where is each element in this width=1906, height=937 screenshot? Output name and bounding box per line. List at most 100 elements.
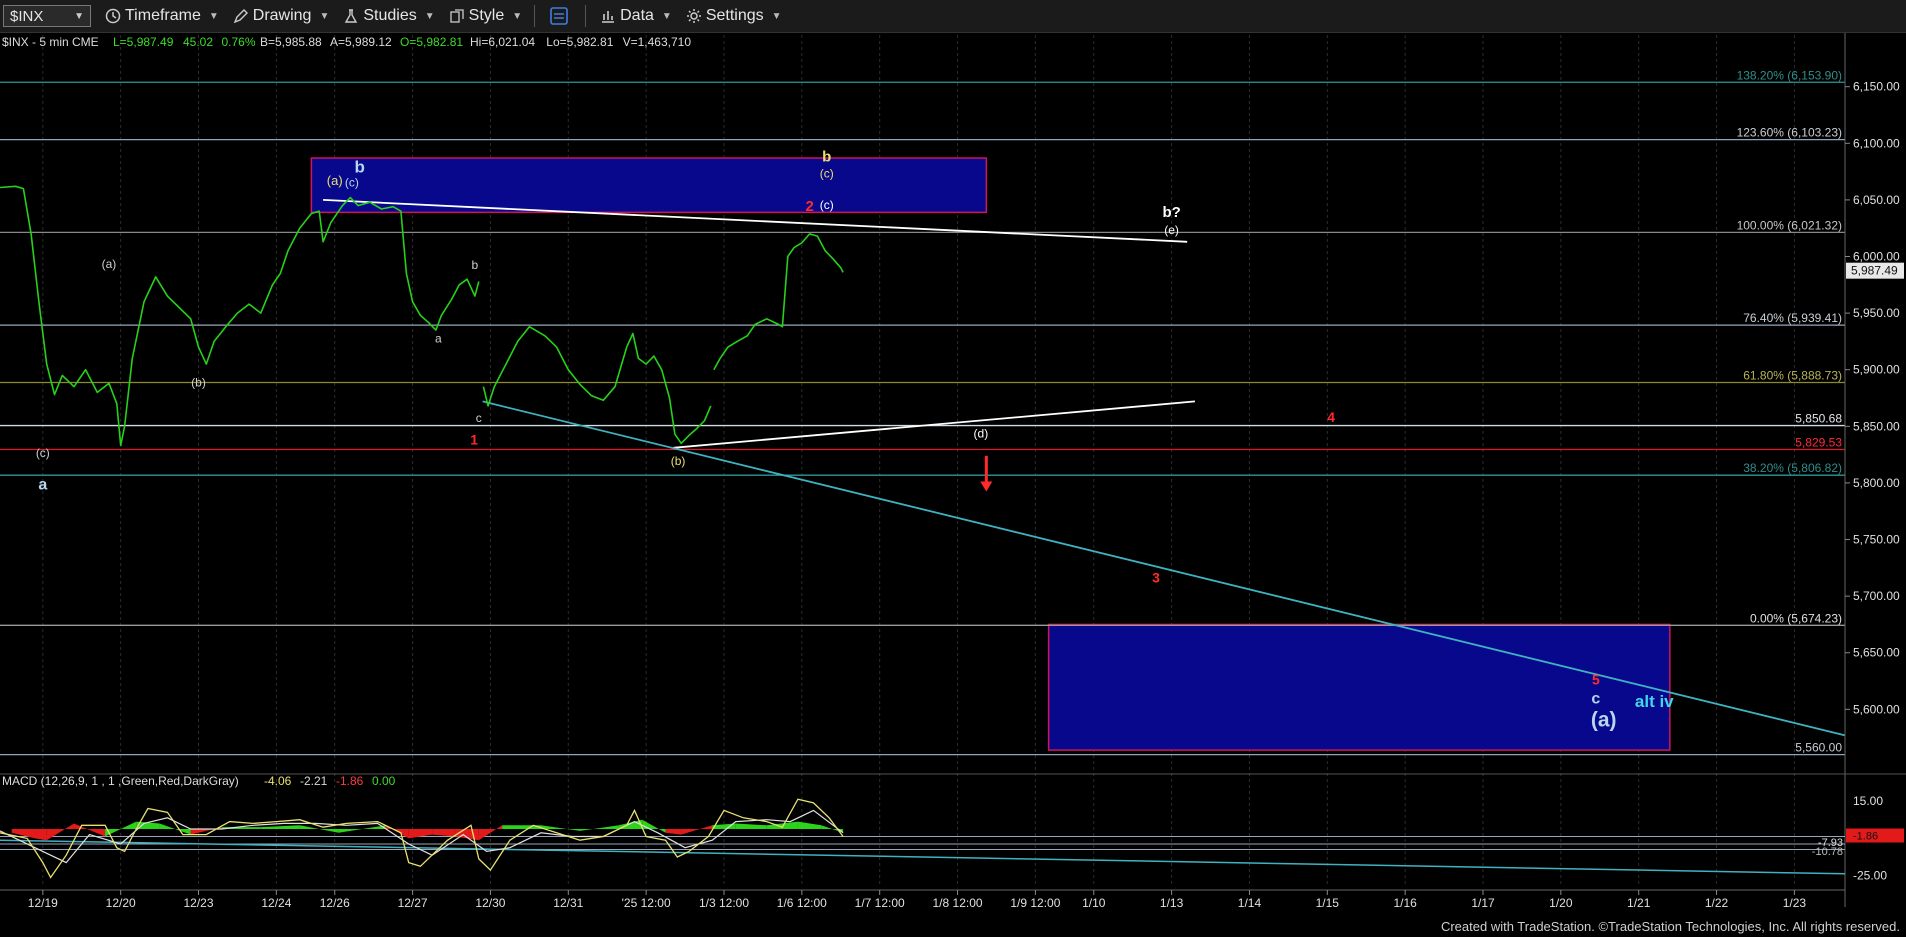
chevron-down-icon: ▼ <box>74 10 84 22</box>
chevron-down-icon: ▼ <box>319 10 330 22</box>
wave-label: (a) <box>1591 708 1617 731</box>
price-chart[interactable]: 138.20% (6,153.90) 123.60% (6,103.23) 100.… <box>0 33 1906 919</box>
x-tick-label: 1/22 <box>1705 896 1729 910</box>
style-label: Style <box>468 7 505 24</box>
y-tick-label: 5,950.00 <box>1853 306 1900 320</box>
wave-label: c <box>1591 691 1600 708</box>
settings-label: Settings <box>705 7 764 24</box>
macd-y-tick-label: 15.00 <box>1853 794 1883 808</box>
chevron-down-icon: ▼ <box>208 10 219 22</box>
macd-value: 0.00 <box>372 774 396 788</box>
timeframe-label: Timeframe <box>125 7 201 24</box>
chart-header: $INX - 5 min CME <box>2 35 99 49</box>
studies-menu[interactable]: Studies ▼ <box>343 7 435 25</box>
x-tick-label: 1/3 12:00 <box>699 896 749 910</box>
fib-level-label: 123.60% (6,103.23) <box>1737 126 1842 140</box>
macd-level-label: -10.78 <box>1812 846 1843 858</box>
x-tick-label: 1/8 12:00 <box>933 896 983 910</box>
fib-level-label: 61.80% (5,888.73) <box>1743 368 1842 382</box>
macd-title: MACD (12,26,9, 1 , 1 ,Green,Red,DarkGray… <box>2 774 239 788</box>
x-tick-label: 1/21 <box>1627 896 1651 910</box>
header-stat: 45.02 <box>183 35 213 49</box>
wave-label: (b) <box>191 376 206 390</box>
wave-label: (c) <box>820 166 834 180</box>
symbol-selector[interactable]: $INX ▼ <box>3 5 91 27</box>
macd-value: -4.06 <box>264 774 292 788</box>
y-tick-label: 5,900.00 <box>1853 363 1900 377</box>
x-tick-label: 12/27 <box>398 896 428 910</box>
timeframe-menu[interactable]: Timeframe ▼ <box>105 7 219 25</box>
style-icon <box>449 9 464 23</box>
y-tick-label: 5,850.00 <box>1853 419 1900 433</box>
x-tick-label: 12/31 <box>553 896 583 910</box>
x-tick-label: 12/30 <box>475 896 505 910</box>
wave-label: c <box>476 411 482 425</box>
wave-label: (c) <box>345 175 359 189</box>
x-tick-label: 12/23 <box>183 896 213 910</box>
x-tick-label: 12/20 <box>106 896 136 910</box>
x-tick-label: 1/9 12:00 <box>1010 896 1060 910</box>
fib-level-label: 38.20% (5,806.82) <box>1743 461 1842 475</box>
bar-chart-icon <box>602 11 615 23</box>
layout-button[interactable] <box>549 6 573 26</box>
wave-label: b <box>472 258 479 272</box>
wave-label: 2 <box>805 198 813 215</box>
toolbar-divider <box>585 5 587 27</box>
studies-label: Studies <box>363 7 417 24</box>
data-menu[interactable]: Data ▼ <box>600 7 672 25</box>
x-tick-label: 12/19 <box>28 896 58 910</box>
gear-icon <box>686 9 701 23</box>
chart-toolbar: $INX ▼ Timeframe ▼ Drawing ▼ Studies ▼ S… <box>0 0 1906 33</box>
header-stat: Lo=5,982.81 <box>546 35 613 49</box>
layout-icon <box>550 7 568 25</box>
x-tick-label: '25 12:00 <box>622 896 671 910</box>
wave-label: (c) <box>820 198 834 212</box>
style-menu[interactable]: Style ▼ <box>449 7 522 25</box>
fib-level-label: 100.00% (6,021.32) <box>1737 218 1842 232</box>
chevron-down-icon: ▼ <box>512 10 523 22</box>
wave-label: a <box>435 332 442 346</box>
x-tick-label: 1/14 <box>1238 896 1262 910</box>
wave-label: b <box>822 148 831 165</box>
drawing-menu[interactable]: Drawing ▼ <box>233 7 330 25</box>
fib-level-label: 76.40% (5,939.41) <box>1743 311 1842 325</box>
wave-label: alt iv <box>1635 692 1674 711</box>
footer-credit: Created with TradeStation. ©TradeStation… <box>1440 919 1900 934</box>
wave-label: (a) <box>102 257 117 271</box>
wave-label: b <box>354 158 364 177</box>
settings-menu[interactable]: Settings ▼ <box>686 7 782 25</box>
y-tick-label: 6,050.00 <box>1853 193 1900 207</box>
header-stat: A=5,989.12 <box>330 35 392 49</box>
x-tick-label: 12/24 <box>261 896 291 910</box>
y-tick-label: 6,150.00 <box>1853 80 1900 94</box>
header-stat: B=5,985.88 <box>260 35 322 49</box>
wave-label: b? <box>1162 204 1180 221</box>
wave-label: (e) <box>1164 223 1179 237</box>
x-tick-label: 1/23 <box>1783 896 1807 910</box>
macd-y-tick-label: -25.00 <box>1853 869 1887 883</box>
y-tick-label: 6,000.00 <box>1853 250 1900 264</box>
wave-label: 1 <box>470 431 478 447</box>
y-tick-label: 6,100.00 <box>1853 136 1900 150</box>
wave-label: 5 <box>1592 671 1600 687</box>
wave-label: (b) <box>671 454 686 468</box>
fib-level-label: 5,560.00 <box>1795 741 1842 755</box>
wave-label: (c) <box>36 446 50 460</box>
data-label: Data <box>620 7 654 24</box>
drawing-label: Drawing <box>252 7 312 24</box>
flask-icon <box>345 9 358 23</box>
clock-icon <box>105 8 121 24</box>
last-price-label: 5,987.49 <box>1851 264 1898 278</box>
y-tick-label: 5,650.00 <box>1853 646 1900 660</box>
header-stat: Hi=6,021.04 <box>470 35 535 49</box>
x-tick-label: 1/15 <box>1316 896 1340 910</box>
wave-label: 3 <box>1152 570 1160 586</box>
x-tick-label: 1/7 12:00 <box>855 896 905 910</box>
x-tick-label: 12/26 <box>320 896 350 910</box>
toolbar-divider <box>534 5 536 27</box>
header-stat: V=1,463,710 <box>623 35 692 49</box>
header-stat: L=5,987.49 <box>113 35 174 49</box>
x-tick-label: 1/17 <box>1471 896 1495 910</box>
y-tick-label: 5,750.00 <box>1853 533 1900 547</box>
x-tick-label: 1/6 12:00 <box>777 896 827 910</box>
